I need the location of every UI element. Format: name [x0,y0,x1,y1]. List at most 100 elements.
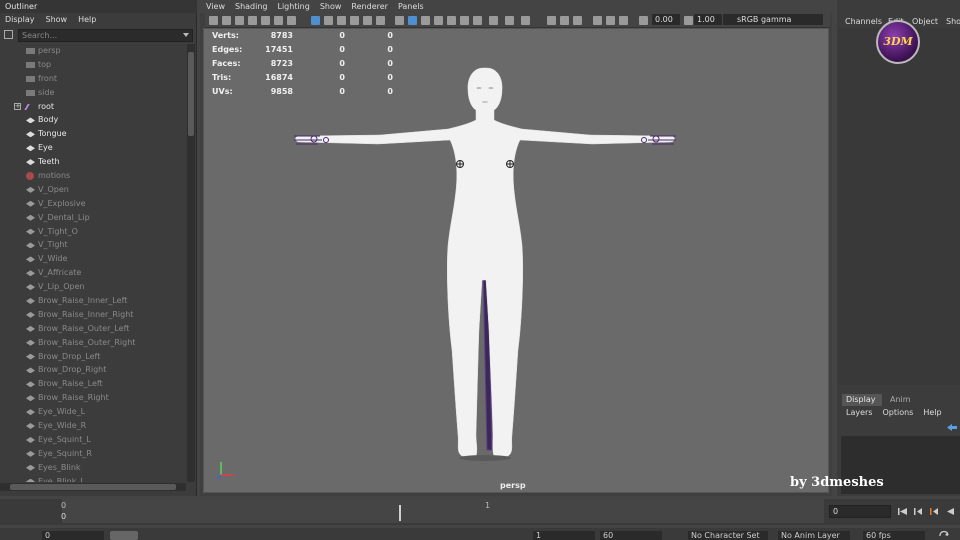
outliner-item[interactable]: V_Tight_O [0,225,186,239]
step-back-key-icon[interactable] [914,507,923,516]
menu-show[interactable]: Show [320,0,342,13]
outliner-item[interactable]: motions [0,169,186,183]
outliner-item[interactable]: V_Dental_Lip [0,211,186,225]
outliner-item[interactable]: V_Tight [0,238,186,252]
menu-panels[interactable]: Panels [398,0,424,13]
outliner-item[interactable]: Brow_Raise_Inner_Left [0,294,186,308]
screen-space-icon[interactable] [521,16,530,25]
exposure-field[interactable]: 0.00 [652,14,680,25]
outliner-item[interactable]: Eye_Squint_R [0,447,186,461]
outliner-item[interactable]: V_Open [0,183,186,197]
create-layer-icon[interactable] [946,423,958,432]
outliner-item[interactable]: Body [0,113,186,127]
outliner-search-input[interactable]: Search... [18,29,193,42]
menu-help-layers[interactable]: Help [923,408,941,417]
outliner-item[interactable]: Tongue [0,127,186,141]
outliner-item[interactable]: V_Explosive [0,197,186,211]
colorspace-field[interactable]: sRGB gamma [723,14,823,25]
menu-view[interactable]: View [206,0,225,13]
grid-icon[interactable] [261,16,270,25]
antialiasing-icon[interactable] [460,16,469,25]
menu-layers[interactable]: Layers [846,408,872,417]
outliner-item[interactable]: Brow_Raise_Outer_Left [0,322,186,336]
color-picker-icon[interactable] [619,16,628,25]
fps-dropdown[interactable]: 60 fps [863,531,925,540]
gate-mask-icon[interactable] [560,16,569,25]
outliner-menu-show[interactable]: Show [46,13,68,26]
bookmark-icon[interactable] [235,16,244,25]
outliner-item[interactable]: Eye_Wide_R [0,419,186,433]
menu-options[interactable]: Options [882,408,913,417]
search-dropdown-caret-icon[interactable] [183,33,189,37]
go-to-start-icon[interactable] [898,507,907,516]
outliner-item[interactable]: Eye_Wide_L [0,405,186,419]
anim-layer-dropdown[interactable]: No Anim Layer [778,531,850,540]
menu-channels[interactable]: Channels [845,15,882,28]
safe-action-icon[interactable] [593,16,602,25]
outliner-vertical-scroll-thumb[interactable] [188,52,194,136]
gamma-icon[interactable] [684,16,693,25]
outliner-menu-display[interactable]: Display [5,13,35,26]
channel-box-area[interactable] [838,28,960,385]
menu-object[interactable]: Object [912,15,938,28]
range-start-field[interactable]: 0 [42,531,104,540]
outliner-item[interactable]: top [0,58,186,72]
character-model[interactable] [280,60,750,480]
character-set-dropdown[interactable]: No Character Set [688,531,768,540]
outliner-item[interactable]: Brow_Raise_Left [0,377,186,391]
select-camera-icon[interactable] [209,16,218,25]
wireframe-on-shaded-icon[interactable] [337,16,346,25]
tab-display[interactable]: Display [842,394,882,406]
outliner-horizontal-scroll-thumb[interactable] [10,484,176,490]
image-plane-icon[interactable] [248,16,257,25]
outliner-item[interactable]: Eye [0,141,186,155]
menu-shading[interactable]: Shading [235,0,268,13]
textured-icon[interactable] [350,16,359,25]
outliner-item[interactable]: front [0,72,186,86]
sphere-icon[interactable] [547,16,556,25]
animation-end-field[interactable]: 60 [600,531,662,540]
motion-blur-icon[interactable] [489,16,498,25]
current-frame-input[interactable]: 0 [829,505,891,518]
multisample-icon[interactable] [505,16,514,25]
tab-anim[interactable]: Anim [890,394,911,406]
exposure-icon[interactable] [639,16,648,25]
outliner-item[interactable]: V_Wide [0,252,186,266]
outliner-menu-help[interactable]: Help [78,13,96,26]
isolate-select-icon[interactable] [395,16,404,25]
backface-culling-icon[interactable] [434,16,443,25]
resolution-gate-icon[interactable] [287,16,296,25]
outliner-item[interactable]: Eye_Blink_L [0,475,186,482]
step-back-frame-icon[interactable] [930,507,939,516]
outliner-item[interactable]: Eye_Squint_L [0,433,186,447]
outliner-item[interactable]: Brow_Raise_Inner_Right [0,308,186,322]
outliner-item[interactable]: persp [0,44,186,58]
outliner-item[interactable]: Eyes_Blink [0,461,186,475]
outliner-item[interactable]: V_Affricate [0,266,186,280]
outliner-item[interactable]: Brow_Drop_Right [0,363,186,377]
outliner-item[interactable]: Teeth [0,155,186,169]
wireframe-icon[interactable] [311,16,320,25]
outliner-item[interactable]: Brow_Drop_Left [0,350,186,364]
xray-icon[interactable] [408,16,417,25]
outliner-item[interactable]: Brow_Raise_Outer_Right [0,336,186,350]
loop-icon[interactable] [938,531,950,540]
outliner-item[interactable]: V_Lip_Open [0,280,186,294]
camera-attributes-icon[interactable] [222,16,231,25]
smooth-shade-icon[interactable] [324,16,333,25]
shadows-icon[interactable] [376,16,385,25]
gamma-field[interactable]: 1.00 [694,14,722,25]
play-backwards-icon[interactable] [946,507,955,516]
range-end-field[interactable]: 1 [533,531,595,540]
outliner-item[interactable]: side [0,86,186,100]
depth-of-field-icon[interactable] [473,16,482,25]
xray-joints-icon[interactable] [421,16,430,25]
filter-icon[interactable] [4,30,13,39]
time-slider-track[interactable] [62,499,824,523]
range-slider-handle[interactable] [110,531,138,540]
outliner-item[interactable]: + root [0,100,186,114]
expand-icon[interactable]: + [14,102,21,110]
menu-lighting[interactable]: Lighting [277,0,309,13]
menu-renderer[interactable]: Renderer [351,0,388,13]
ambient-occlusion-icon[interactable] [447,16,456,25]
